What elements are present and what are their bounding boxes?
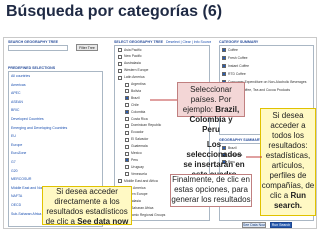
category-item: RTD Coffee [228, 71, 246, 76]
tree-node-label[interactable]: Australasia [124, 61, 201, 65]
tree-header-links[interactable]: Deselect | Clear | Info Source [166, 40, 211, 44]
filter-tree-button[interactable]: Filter Tree [76, 44, 98, 51]
category-checkbox[interactable] [222, 72, 226, 76]
select-geography-header: SELECT GEOGRAPHY TREE [114, 40, 164, 44]
tree-checkbox[interactable] [125, 103, 129, 108]
tree-node-label[interactable]: Ecuador [131, 130, 201, 134]
tree-node-label[interactable]: Western Europe [124, 68, 201, 72]
finally-callout-text: Finalmente, de clic en estas opciones, p… [171, 175, 251, 204]
predefined-item[interactable]: APEC [11, 91, 101, 95]
tree-checkbox[interactable] [125, 151, 129, 156]
predefined-item[interactable]: EU [11, 134, 101, 138]
geography-search-input[interactable] [8, 45, 68, 51]
run-search-button[interactable]: Run Search [270, 222, 292, 228]
tree-checkbox[interactable] [125, 144, 129, 149]
select-countries-callout: Seleccionar países. Por ejemplo: Brazil,… [177, 82, 245, 134]
predefined-selections-header: PREDEFINED SELECTIONS [8, 66, 56, 70]
category-checkbox[interactable] [222, 56, 226, 60]
right-callout-text: Si desea acceder a todos los resultados:… [261, 111, 315, 200]
finally-callout: Finalmente, de clic en estas opciones, p… [170, 174, 252, 207]
predefined-item[interactable]: Emerging and Developing Countries [11, 126, 101, 130]
tree-checkbox[interactable] [125, 172, 129, 177]
tree-checkbox[interactable] [125, 130, 129, 135]
tree-checkbox[interactable] [118, 54, 122, 59]
predefined-item[interactable]: G7 [11, 160, 101, 164]
tree-checkbox[interactable] [118, 61, 122, 66]
predefined-item[interactable]: G20 [11, 169, 101, 173]
category-item: Fresh Coffee [228, 55, 248, 60]
left-callout-bold: See data now [77, 217, 129, 226]
see-data-now-callout: Si desea acceder directamente a los resu… [42, 186, 132, 226]
predefined-item[interactable]: Developed Countries [11, 117, 101, 121]
tree-checkbox[interactable] [125, 82, 129, 87]
tree-checkbox[interactable] [125, 165, 129, 170]
tree-checkbox[interactable] [125, 96, 129, 101]
tree-node-label[interactable]: Asia Pacific [124, 48, 201, 52]
predefined-item[interactable]: MERCOSUR [11, 177, 101, 181]
predefined-item[interactable]: Europe [11, 143, 101, 147]
tree-checkbox[interactable] [125, 137, 129, 142]
predefined-item[interactable]: ASEAN [11, 100, 101, 104]
tree-checkbox[interactable] [125, 158, 129, 163]
category-item: Instant Coffee [228, 63, 250, 68]
tree-checkbox[interactable] [125, 89, 129, 94]
see-data-now-button[interactable]: See Data Now [242, 222, 266, 228]
inserted-callout: Los seleccionados se insertarán en este … [181, 140, 247, 179]
tree-node-label[interactable]: Economic Regional Groups [124, 213, 201, 217]
tree-checkbox[interactable] [118, 75, 122, 80]
tree-checkbox[interactable] [118, 68, 122, 73]
category-checkbox[interactable] [222, 64, 226, 68]
category-summary-header: CATEGORY SUMMARY [219, 40, 259, 44]
tree-checkbox[interactable] [125, 123, 129, 128]
tree-checkbox[interactable] [118, 48, 122, 52]
page-title: Búsqueda por categorías (6) [6, 3, 223, 20]
tree-checkbox[interactable] [125, 110, 129, 115]
tree-checkbox[interactable] [118, 179, 122, 184]
predefined-item[interactable]: EuroZone [11, 151, 101, 155]
run-search-callout: Si desea acceder a todos los resultados:… [260, 108, 316, 216]
predefined-item[interactable]: BRIC [11, 108, 101, 112]
tree-node-label[interactable]: Latin America [124, 75, 201, 79]
predefined-item[interactable]: All countries [11, 74, 101, 78]
tree-node-label[interactable]: New Pacific [124, 54, 201, 58]
predefined-item[interactable]: Americas [11, 83, 101, 87]
category-checkbox[interactable] [222, 48, 226, 52]
category-item: Coffee [228, 47, 238, 52]
tree-checkbox[interactable] [125, 117, 129, 121]
